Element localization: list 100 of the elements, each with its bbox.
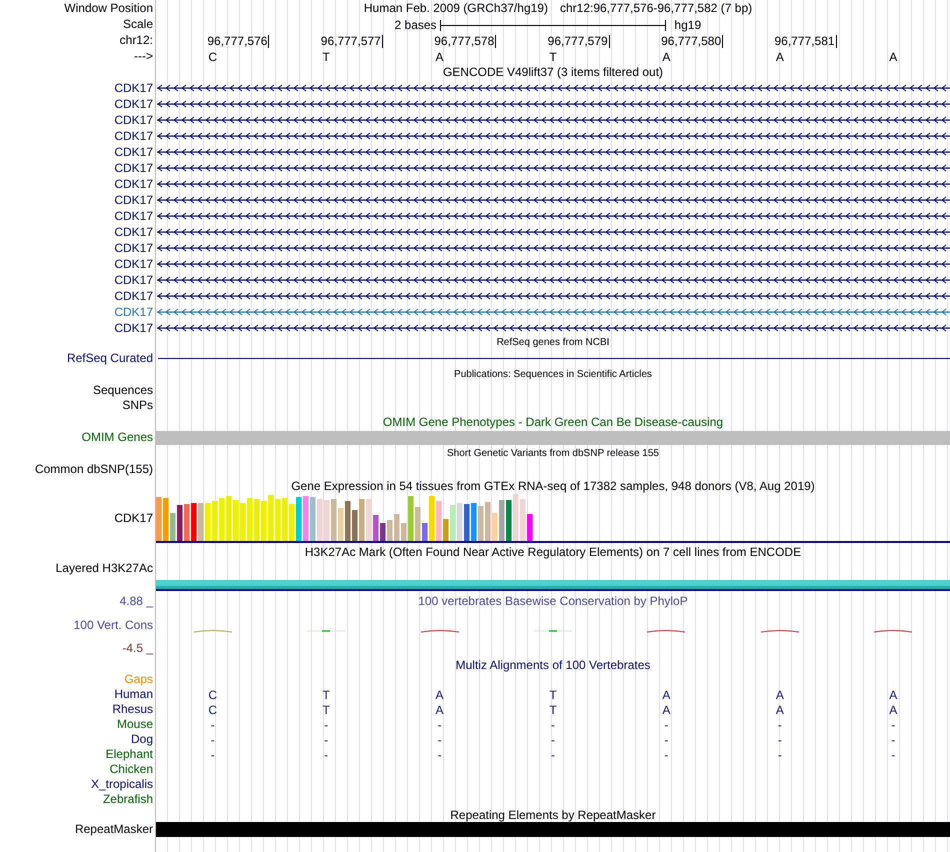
position-text: chr12:96,777,576-96,777,582 (7 bp) — [560, 0, 752, 17]
ruler-tick — [382, 34, 383, 48]
track-title: GENCODE V49lift37 (3 items filtered out) — [442, 66, 664, 78]
aligned-base: T — [549, 704, 557, 716]
aligned-base: C — [208, 688, 218, 700]
row-label: Scale — [122, 16, 153, 32]
ruler-tick — [495, 34, 496, 48]
ruler-number: 96,777,576 — [207, 33, 268, 50]
aligned-base: A — [436, 704, 444, 716]
track-label[interactable]: CDK17 — [114, 511, 153, 526]
track-title: Multiz Alignments of 100 Vertebrates — [456, 658, 650, 670]
species-label[interactable]: Mouse — [116, 717, 153, 732]
base-letter: A — [776, 49, 784, 66]
conservation-wiggle — [534, 629, 572, 633]
species-label[interactable]: X_tropicalis — [90, 777, 153, 792]
aligned-base: C — [208, 704, 218, 716]
ruler-tick — [268, 34, 270, 48]
gene-label[interactable]: CDK17 — [114, 256, 153, 272]
ruler-number: 96,777,580 — [661, 33, 722, 50]
aligned-base: - — [438, 748, 442, 760]
aligned-base: - — [664, 718, 668, 730]
gene-label[interactable]: CDK17 — [114, 240, 153, 256]
aligned-base: A — [662, 704, 670, 716]
species-label[interactable]: Dog — [130, 732, 153, 747]
base-letter: C — [208, 49, 218, 66]
conservation-wiggle — [307, 629, 346, 633]
species-label[interactable]: Elephant — [106, 747, 153, 762]
track-title: Short Genetic Variants from dbSNP release 155 — [447, 448, 659, 458]
aligned-base: T — [322, 688, 330, 700]
aligned-base: A — [889, 704, 898, 716]
base-letter: T — [549, 49, 557, 66]
aligned-base: - — [210, 734, 215, 746]
gene-label[interactable]: CDK17 — [114, 272, 153, 288]
base-letter: A — [889, 49, 898, 66]
conservation-wiggle — [647, 629, 686, 633]
gene-label[interactable]: CDK17 — [114, 96, 153, 112]
aligned-base: - — [891, 734, 896, 746]
ruler-tick — [722, 34, 724, 48]
aligned-base: - — [210, 748, 215, 760]
track-label[interactable]: RepeatMasker — [74, 822, 153, 837]
gene-label[interactable]: CDK17 — [114, 112, 153, 128]
track-label[interactable]: Common dbSNP(155) — [34, 462, 153, 477]
aligned-base: - — [550, 718, 555, 730]
ruler-number: 96,777,577 — [320, 33, 382, 50]
species-label[interactable]: Rhesus — [112, 702, 153, 717]
row-label: chr12: — [120, 32, 153, 48]
aligned-base: - — [550, 734, 555, 746]
gene-label[interactable]: CDK17 — [114, 192, 153, 208]
species-label[interactable]: Zebrafish — [102, 792, 153, 807]
track-label[interactable]: SNPs — [122, 398, 153, 413]
gene-label[interactable]: CDK17 — [114, 304, 153, 320]
aligned-base: - — [891, 748, 896, 760]
aligned-base: - — [438, 734, 442, 746]
gene-label[interactable]: CDK17 — [114, 144, 153, 160]
track-title: Repeating Elements by RepeatMasker — [450, 808, 656, 820]
aligned-base: - — [550, 748, 555, 760]
track-label[interactable]: OMIM Genes — [82, 430, 153, 445]
axis-max-label: 4.88 _ — [120, 594, 153, 609]
gene-label[interactable]: CDK17 — [114, 288, 153, 304]
axis-min-label: -4.5 _ — [122, 641, 153, 656]
aligned-base: - — [438, 718, 442, 730]
gene-label[interactable]: CDK17 — [114, 320, 153, 336]
aligned-base: A — [889, 688, 898, 700]
conservation-wiggle — [874, 629, 912, 633]
track-label[interactable]: RefSeq Curated — [66, 350, 153, 366]
aligned-base: - — [891, 718, 896, 730]
aligned-base: A — [662, 688, 670, 700]
gene-label[interactable]: CDK17 — [114, 176, 153, 192]
ruler-number: 96,777,579 — [548, 33, 609, 50]
gene-label[interactable]: CDK17 — [114, 224, 153, 240]
ruler-number: 96,777,581 — [774, 33, 836, 50]
track-title: OMIM Gene Phenotypes - Dark Green Can Be Disease-causing — [382, 416, 724, 428]
assembly-name: hg19 — [674, 17, 702, 34]
species-label[interactable]: Human — [114, 687, 153, 702]
track-title: H3K27Ac Mark (Often Found Near Active Regulatory Elements) on 7 cell lines from ENCODE — [304, 546, 802, 558]
aligned-base: - — [324, 734, 328, 746]
gene-label[interactable]: CDK17 — [114, 208, 153, 224]
ruler-tick — [836, 34, 837, 48]
gene-label[interactable]: CDK17 — [114, 80, 153, 96]
aligned-base: - — [664, 748, 668, 760]
gene-label[interactable]: CDK17 — [114, 128, 153, 144]
track-label[interactable]: 100 Vert. Cons — [74, 618, 153, 632]
gene-label[interactable]: CDK17 — [114, 160, 153, 176]
ruler-tick — [608, 34, 610, 48]
ruler-number: 96,777,578 — [434, 33, 496, 50]
aligned-base: - — [778, 734, 782, 746]
conservation-wiggle — [420, 629, 459, 633]
expression-bars-drawing[interactable] — [156, 494, 534, 541]
base-letter: T — [322, 49, 330, 66]
track-label[interactable]: Layered H3K27Ac — [56, 561, 153, 576]
track-title: Gene Expression in 54 tissues from GTEx RNA-seq of 17382 samples, 948 donors (V8, Aug 2019) — [291, 480, 815, 492]
conservation-wiggle — [760, 629, 799, 633]
track-label[interactable]: Sequences — [92, 383, 153, 398]
scale-text: 2 bases — [394, 17, 437, 34]
base-letter: A — [436, 49, 444, 66]
aligned-base: - — [324, 748, 328, 760]
aligned-base: - — [778, 748, 782, 760]
species-label[interactable]: Chicken — [110, 762, 153, 777]
aligned-base: T — [322, 704, 330, 716]
aligned-base: A — [776, 688, 784, 700]
